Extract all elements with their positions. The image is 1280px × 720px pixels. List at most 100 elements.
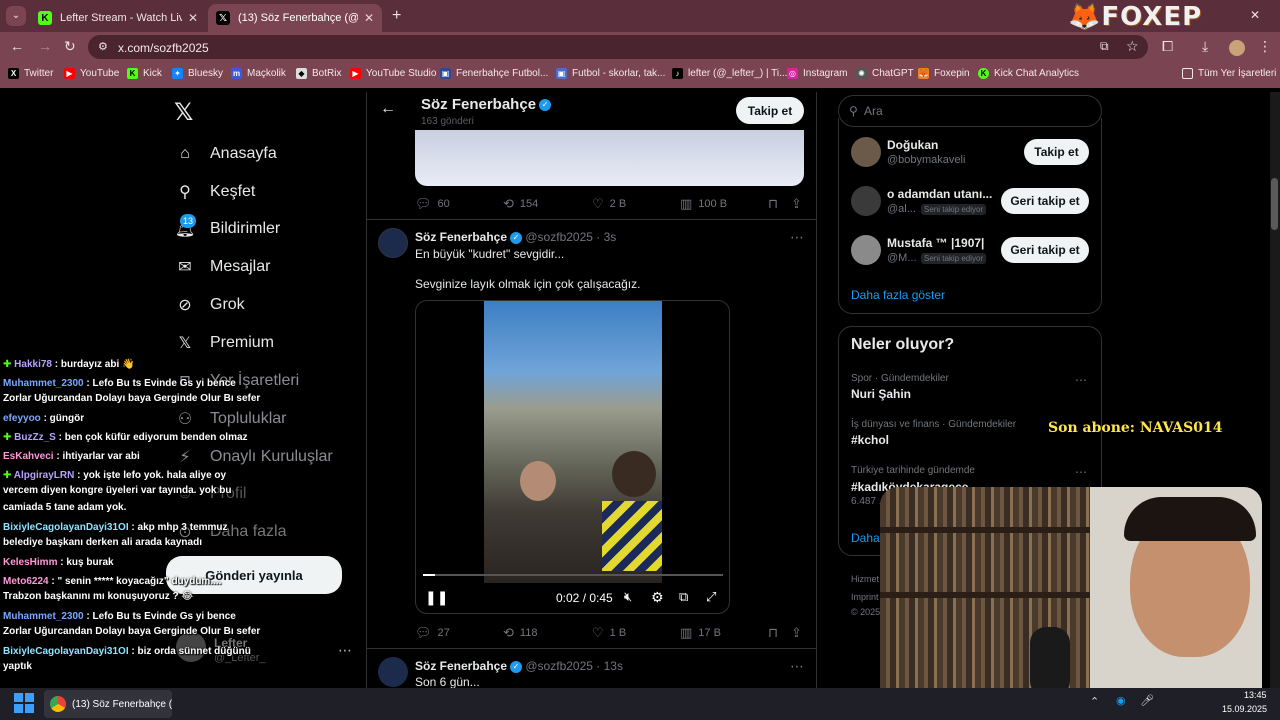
x-logo-icon[interactable]: 𝕏 <box>174 98 193 127</box>
tweet-time[interactable]: · 3s <box>596 230 616 244</box>
new-tab-icon[interactable]: + <box>392 7 401 25</box>
share-icon[interactable]: ⇪ <box>791 196 808 212</box>
follow-user-button[interactable]: Takip et <box>1024 139 1089 165</box>
download-icon[interactable]: ⤓ <box>1202 38 1208 55</box>
address-bar[interactable] <box>88 35 1148 59</box>
nav-verified-orgs[interactable]: ⚡ Onaylı Kuruluşlar <box>174 446 332 468</box>
close-tab-icon[interactable]: ✕ <box>358 11 374 25</box>
user-name[interactable]: o adamdan utanı... <box>887 187 992 201</box>
follow-back-button[interactable]: Geri takip et <box>1001 237 1089 263</box>
trend-more-icon[interactable]: ⋯ <box>1075 373 1087 387</box>
mute-icon[interactable]: 🔇︎ <box>624 589 632 605</box>
tray-chevron-icon[interactable]: ⌃ <box>1090 695 1099 708</box>
share-icon[interactable]: ⇪ <box>791 625 808 641</box>
nav-grok[interactable]: ⊘ Grok <box>174 294 244 316</box>
trend-item[interactable]: #kchol <box>851 433 889 447</box>
bookmark-instagram[interactable]: ◎ Instagram <box>787 68 847 79</box>
tray-app-icon[interactable]: ◉ <box>1116 694 1126 707</box>
user-avatar[interactable] <box>851 235 881 265</box>
bookmark-bluesky[interactable]: ✦ Bluesky <box>172 68 223 79</box>
profile-avatar[interactable] <box>1229 40 1245 56</box>
bookmark-chatgpt[interactable]: ✺ ChatGPT <box>856 68 914 79</box>
window-close-icon[interactable]: ✕ <box>1250 8 1260 22</box>
account-more-icon[interactable]: ⋯ <box>338 642 352 659</box>
all-bookmarks[interactable]: Tüm Yer İşaretleri <box>1182 68 1276 79</box>
tweet-more-icon[interactable]: ⋯ <box>790 229 804 246</box>
tweet-avatar[interactable] <box>378 657 408 687</box>
taskbar-chrome-item[interactable]: (13) Söz Fenerbahçe (@s <box>44 690 172 718</box>
nav-premium[interactable]: 𝕏 Premium <box>174 332 274 354</box>
like-action[interactable]: ♡ 2 B <box>592 196 626 212</box>
chat-username: EsKahveci <box>3 451 54 462</box>
forward-icon[interactable]: → <box>38 38 52 54</box>
trends-show-more-link[interactable]: Daha <box>851 531 880 545</box>
extensions-icon[interactable]: ⧠ <box>1162 38 1173 55</box>
tweet-handle[interactable]: @sozfb2025 <box>525 230 593 244</box>
cast-icon[interactable]: ⧉ <box>1100 39 1109 54</box>
bookmark-kick[interactable]: K Kick <box>127 68 162 79</box>
user-name[interactable]: Mustafa ™ |1907| <box>887 236 984 250</box>
bookmark-twitter[interactable]: X Twitter <box>8 68 53 79</box>
bookmark-foxepin[interactable]: 🦊 Foxepin <box>918 68 970 79</box>
reply-action[interactable]: 💬︎ 60 <box>415 196 450 212</box>
bookmark-botrix[interactable]: ◆ BotRix <box>296 68 341 79</box>
user-name[interactable]: Doğukan <box>887 138 938 152</box>
trend-item[interactable]: Nuri Şahin <box>851 387 911 401</box>
bookmark-youtube[interactable]: ▶ YouTube <box>64 68 119 79</box>
chat-username: AlpgirayLRN <box>13 470 75 481</box>
reload-icon[interactable]: ↻ <box>64 38 76 55</box>
video-progress-track[interactable] <box>423 574 723 576</box>
clock-time[interactable]: 13:45 <box>1244 690 1267 700</box>
nav-messages[interactable]: ✉ Mesajlar <box>174 256 270 278</box>
views-action[interactable]: ▥ 17 B <box>680 625 721 641</box>
user-avatar[interactable] <box>851 137 881 167</box>
bookmark-kick-chat-analytics[interactable]: K Kick Chat Analytics <box>978 68 1079 79</box>
fullscreen-icon[interactable]: ⤢ <box>706 589 716 605</box>
bookmark-lefter-tiktok[interactable]: ♪ lefter (@_lefter_) | Ti... <box>672 68 787 79</box>
footer-link[interactable]: Hizmet <box>851 574 879 584</box>
follow-back-button[interactable]: Geri takip et <box>1001 188 1089 214</box>
close-tab-icon[interactable]: ✕ <box>182 11 198 25</box>
tweet-author-name[interactable]: Söz Fenerbahçe <box>415 230 507 244</box>
back-arrow-icon[interactable]: ← <box>380 100 396 118</box>
windows-start-icon[interactable] <box>14 693 34 713</box>
tab-soz-fenerbahce[interactable]: 𝕏 (13) Söz Fenerbahçe (@sozfb20 ✕ <box>208 4 382 32</box>
follow-button[interactable]: Takip et <box>736 97 804 124</box>
bookmark-futbol[interactable]: ▣ Futbol - skorlar, tak... <box>556 68 665 79</box>
tab-search-chevron-icon[interactable]: ⌄ <box>6 6 26 26</box>
bookmark-star-icon[interactable]: ☆ <box>1126 38 1139 55</box>
user-avatar[interactable] <box>851 186 881 216</box>
pip-icon[interactable]: ⧉ <box>679 589 688 605</box>
tab-lefter-stream[interactable]: K Lefter Stream - Watch Live on K ✕ <box>30 4 206 32</box>
show-more-link[interactable]: Daha fazla göster <box>851 288 945 302</box>
tweet-more-icon[interactable]: ⋯ <box>790 658 804 675</box>
pause-icon[interactable]: ❚❚ <box>425 589 448 606</box>
bookmark-mackolik[interactable]: m Maçkolik <box>231 68 286 79</box>
bookmark-action-icon[interactable]: ⊓ <box>768 196 784 212</box>
trend-more-icon[interactable]: ⋯ <box>1075 465 1087 479</box>
views-action[interactable]: ▥ 100 B <box>680 196 727 212</box>
scrollbar-thumb[interactable] <box>1271 178 1278 230</box>
clock-date[interactable]: 15.09.2025 <box>1222 704 1267 714</box>
nav-home[interactable]: ⌂ Anasayfa <box>174 143 277 165</box>
tweet-image[interactable] <box>415 130 804 186</box>
butterfly-icon: ✦ <box>172 68 183 79</box>
settings-gear-icon[interactable]: ⚙ <box>651 589 664 606</box>
bookmark-fenerbahce[interactable]: ▣ Fenerbahçe Futbol... <box>440 68 548 79</box>
bookmark-youtube-studio[interactable]: ▶ YouTube Studio <box>350 68 436 79</box>
bookmark-action-icon[interactable]: ⊓ <box>768 625 784 641</box>
back-icon[interactable]: ← <box>10 38 24 54</box>
like-action[interactable]: ♡ 1 B <box>592 625 626 641</box>
nav-explore[interactable]: ⚲ Keşfet <box>174 181 255 203</box>
site-info-icon[interactable]: ⚙ <box>98 40 108 53</box>
reply-action[interactable]: 💬︎ 27 <box>415 625 450 641</box>
tray-mic-icon[interactable]: 🎤︎ <box>1140 694 1154 707</box>
nav-communities[interactable]: ⚇ Topluluklar <box>174 408 287 430</box>
retweet-action[interactable]: ⟲ 154 <box>503 196 538 212</box>
menu-kebab-icon[interactable]: ⋮ <box>1258 38 1272 55</box>
tweet-avatar[interactable] <box>378 228 408 258</box>
footer-link[interactable]: Imprint <box>851 592 879 602</box>
url-text[interactable]: x.com/sozfb2025 <box>118 41 209 55</box>
retweet-action[interactable]: ⟲ 118 <box>503 625 537 641</box>
video-player[interactable] <box>415 300 730 614</box>
